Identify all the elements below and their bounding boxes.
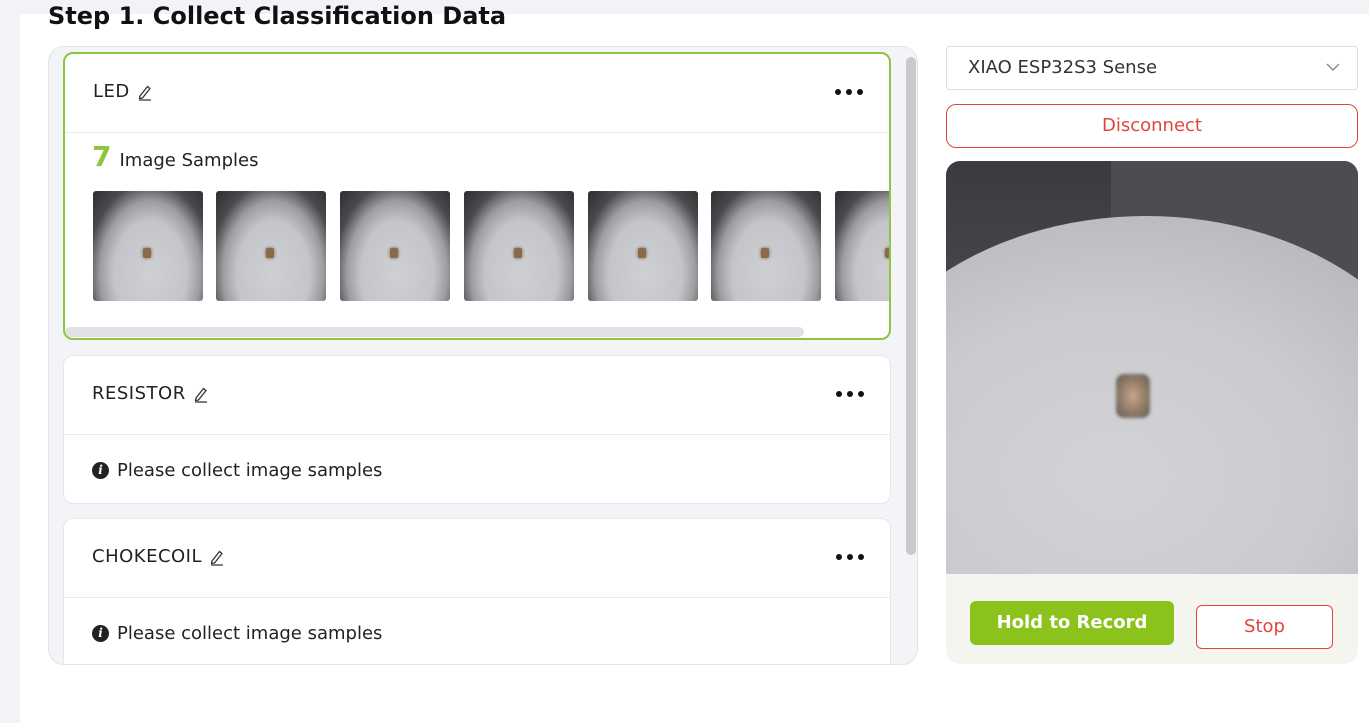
sample-thumbnail[interactable] bbox=[464, 191, 574, 301]
info-icon: i bbox=[92, 625, 109, 642]
more-dots-icon[interactable] bbox=[836, 384, 864, 404]
more-dots-icon[interactable] bbox=[836, 547, 864, 567]
class-list-panel: LED 7 Image Samples RESISTOR i Please co… bbox=[48, 46, 918, 665]
camera-preview bbox=[946, 161, 1358, 574]
sample-thumbnail[interactable] bbox=[93, 191, 203, 301]
more-dots-icon[interactable] bbox=[835, 82, 863, 102]
sample-thumbnail[interactable] bbox=[216, 191, 326, 301]
camera-preview-card: Hold to Record Stop bbox=[946, 161, 1358, 664]
class-title: RESISTOR bbox=[92, 383, 210, 404]
empty-samples-note: i Please collect image samples bbox=[92, 623, 382, 644]
class-card-chokecoil[interactable]: CHOKECOIL i Please collect image samples bbox=[63, 518, 891, 664]
class-card-header: RESISTOR bbox=[64, 356, 890, 435]
class-card-header: LED bbox=[65, 54, 889, 133]
stop-button[interactable]: Stop bbox=[1196, 605, 1333, 649]
sample-thumbnails bbox=[93, 191, 889, 303]
device-select[interactable]: XIAO ESP32S3 Sense bbox=[946, 46, 1358, 90]
empty-samples-note: i Please collect image samples bbox=[92, 460, 382, 481]
class-name: CHOKECOIL bbox=[92, 546, 203, 567]
page: Step 1. Collect Classification Data LED … bbox=[20, 2, 1369, 723]
class-name: RESISTOR bbox=[92, 383, 186, 404]
pencil-icon[interactable] bbox=[192, 385, 210, 403]
sample-count: 7 bbox=[92, 140, 112, 173]
chevron-down-icon bbox=[1326, 63, 1340, 71]
sample-summary: 7 Image Samples bbox=[92, 140, 258, 173]
step-title: Step 1. Collect Classification Data bbox=[48, 2, 507, 30]
class-card-header: CHOKECOIL bbox=[64, 519, 890, 598]
thumbnail-scrollbar[interactable] bbox=[65, 327, 804, 337]
sample-thumbnail[interactable] bbox=[711, 191, 821, 301]
disconnect-button[interactable]: Disconnect bbox=[946, 104, 1358, 148]
class-title: CHOKECOIL bbox=[92, 546, 226, 567]
sample-thumbnail[interactable] bbox=[835, 191, 889, 301]
empty-samples-text: Please collect image samples bbox=[117, 460, 383, 481]
sample-thumbnail[interactable] bbox=[588, 191, 698, 301]
class-card-led[interactable]: LED 7 Image Samples bbox=[63, 52, 891, 340]
class-name: LED bbox=[93, 81, 130, 102]
info-icon: i bbox=[92, 462, 109, 479]
class-card-resistor[interactable]: RESISTOR i Please collect image samples bbox=[63, 355, 891, 504]
sample-label: Image Samples bbox=[119, 150, 259, 171]
pencil-icon[interactable] bbox=[136, 83, 154, 101]
class-list-scrollbar[interactable] bbox=[906, 57, 916, 555]
empty-samples-text: Please collect image samples bbox=[117, 623, 383, 644]
hold-to-record-button[interactable]: Hold to Record bbox=[970, 601, 1174, 645]
pencil-icon[interactable] bbox=[208, 548, 226, 566]
device-select-value: XIAO ESP32S3 Sense bbox=[968, 57, 1158, 78]
sample-thumbnail[interactable] bbox=[340, 191, 450, 301]
class-title: LED bbox=[93, 81, 154, 102]
